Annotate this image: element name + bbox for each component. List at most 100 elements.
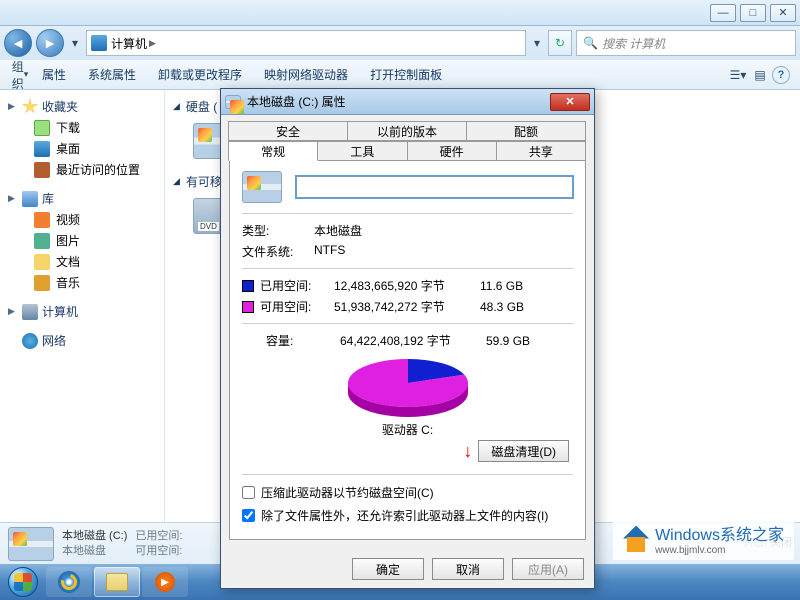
tab-strip: 安全 以前的版本 配额 常规 工具 硬件 共享: [229, 121, 586, 161]
legend-capacity: 容量: 64,422,408,192 字节 59.9 GB: [242, 330, 573, 351]
tab-general[interactable]: 常规: [228, 141, 318, 161]
forward-button[interactable]: ►: [36, 29, 64, 57]
value: NTFS: [314, 243, 345, 260]
sidebar-network-header[interactable]: 网络: [4, 330, 160, 351]
value-gb: 48.3 GB: [480, 300, 524, 314]
properties-button[interactable]: 属性: [32, 62, 76, 87]
view-menu-icon[interactable]: ☰▾: [728, 65, 748, 85]
sidebar: ▶收藏夹 下载 桌面 最近访问的位置 ▶库 视频 图片 文档 音乐 ▶计算机 网…: [0, 90, 165, 522]
preview-pane-icon[interactable]: ▤: [750, 65, 770, 85]
value-bytes: 12,483,665,920 字节: [334, 277, 474, 294]
details-subtitle: 本地磁盘: [62, 544, 127, 559]
drive-label: 驱动器 C:: [242, 419, 573, 440]
details-key: 状态:: [742, 537, 767, 549]
sidebar-item-videos[interactable]: 视频: [4, 209, 160, 230]
swatch-free: [242, 301, 254, 313]
minimize-button[interactable]: —: [710, 4, 736, 22]
sidebar-label: 计算机: [42, 303, 78, 320]
details-title: 本地磁盘 (C:): [62, 529, 127, 544]
system-tray[interactable]: [794, 564, 798, 600]
maximize-button[interactable]: □: [740, 4, 766, 22]
star-icon: [22, 99, 38, 115]
download-icon: [34, 120, 50, 136]
open-control-panel-button[interactable]: 打开控制面板: [360, 62, 452, 87]
tab-previous-versions[interactable]: 以前的版本: [347, 121, 467, 141]
details-status: 状态: 关闭: [742, 536, 792, 551]
drive-icon: [225, 95, 241, 109]
details-name: 本地磁盘 (C:) 本地磁盘: [62, 529, 127, 559]
dialog-body: 安全 以前的版本 配额 常规 工具 硬件 共享 类型:本地磁盘 文件系统:NTF…: [221, 115, 594, 550]
swatch-used: [242, 280, 254, 292]
ok-button[interactable]: 确定: [352, 558, 424, 580]
video-icon: [34, 212, 50, 228]
sidebar-computer-header[interactable]: ▶计算机: [4, 301, 160, 322]
index-checkbox[interactable]: [242, 509, 255, 522]
sidebar-label: 网络: [42, 332, 66, 349]
disk-usage-pie-icon: [333, 357, 483, 417]
breadcrumb-segment[interactable]: 计算机 ▶: [111, 35, 156, 52]
computer-icon: [91, 35, 107, 51]
tab-sharing[interactable]: 共享: [496, 141, 586, 161]
value-gb: 59.9 GB: [486, 334, 530, 348]
sidebar-label: 音乐: [56, 274, 80, 291]
tab-tools[interactable]: 工具: [317, 141, 407, 161]
volume-name-input[interactable]: [296, 176, 573, 198]
taskbar-ie[interactable]: [46, 567, 92, 597]
library-icon: [22, 191, 38, 207]
sidebar-item-music[interactable]: 音乐: [4, 272, 160, 293]
compress-checkbox[interactable]: [242, 486, 255, 499]
tab-hardware[interactable]: 硬件: [407, 141, 497, 161]
pie-chart: [242, 351, 573, 419]
system-properties-button[interactable]: 系统属性: [78, 62, 146, 87]
taskbar-wmp[interactable]: ▶: [142, 567, 188, 597]
close-button[interactable]: ✕: [770, 4, 796, 22]
sidebar-item-recent[interactable]: 最近访问的位置: [4, 159, 160, 180]
hint-arrow-icon: ↓: [463, 441, 472, 462]
address-bar[interactable]: 计算机 ▶: [86, 30, 526, 56]
sidebar-label: 桌面: [56, 140, 80, 157]
chevron-right-icon[interactable]: ▶: [149, 38, 156, 49]
apply-button[interactable]: 应用(A): [512, 558, 584, 580]
taskbar-explorer[interactable]: [94, 567, 140, 597]
map-network-drive-button[interactable]: 映射网络驱动器: [254, 62, 358, 87]
search-input[interactable]: 🔍 搜索 计算机: [576, 30, 796, 56]
organize-menu[interactable]: 组织: [10, 61, 30, 89]
sidebar-libraries-header[interactable]: ▶库: [4, 188, 160, 209]
desktop-icon: [34, 141, 50, 157]
help-icon[interactable]: ?: [772, 66, 790, 84]
dialog-title: 本地磁盘 (C:) 属性: [247, 93, 346, 110]
tab-quota[interactable]: 配额: [466, 121, 586, 141]
index-checkbox-row: 除了文件属性外，还允许索引此驱动器上文件的内容(I): [242, 504, 573, 527]
history-dropdown[interactable]: ▾: [68, 29, 82, 57]
tab-security[interactable]: 安全: [228, 121, 348, 141]
sidebar-item-desktop[interactable]: 桌面: [4, 138, 160, 159]
sidebar-label: 文档: [56, 253, 80, 270]
cancel-button[interactable]: 取消: [432, 558, 504, 580]
drive-icon: [242, 171, 282, 203]
sidebar-favorites-header[interactable]: ▶收藏夹: [4, 96, 160, 117]
dialog-close-button[interactable]: ✕: [550, 93, 590, 111]
details-used: 已用空间: 可用空间:: [135, 529, 182, 559]
dialog-footer: 确定 取消 应用(A): [221, 550, 594, 588]
address-dropdown[interactable]: ▾: [530, 29, 544, 57]
properties-dialog: 本地磁盘 (C:) 属性 ✕ 安全 以前的版本 配额 常规 工具 硬件 共享 类…: [220, 88, 595, 589]
value-bytes: 64,422,408,192 字节: [340, 332, 480, 349]
sidebar-item-downloads[interactable]: 下载: [4, 117, 160, 138]
nav-strip: ◄ ► ▾ 计算机 ▶ ▾ ↻ 🔍 搜索 计算机: [0, 26, 800, 60]
window-title-bar: — □ ✕: [0, 0, 800, 26]
refresh-button[interactable]: ↻: [548, 30, 572, 56]
uninstall-programs-button[interactable]: 卸载或更改程序: [148, 62, 252, 87]
sidebar-item-documents[interactable]: 文档: [4, 251, 160, 272]
back-button[interactable]: ◄: [4, 29, 32, 57]
disk-cleanup-button[interactable]: 磁盘清理(D): [478, 440, 569, 462]
value-bytes: 51,938,742,272 字节: [334, 298, 474, 315]
compress-checkbox-row: 压缩此驱动器以节约磁盘空间(C): [242, 481, 573, 504]
dialog-title-bar[interactable]: 本地磁盘 (C:) 属性 ✕: [221, 89, 594, 115]
toolbar: 组织 属性 系统属性 卸载或更改程序 映射网络驱动器 打开控制面板 ☰▾ ▤ ?: [0, 60, 800, 90]
sidebar-item-pictures[interactable]: 图片: [4, 230, 160, 251]
drive-icon: [8, 527, 54, 561]
music-icon: [34, 275, 50, 291]
start-button[interactable]: [2, 566, 44, 598]
value-gb: 11.6 GB: [480, 279, 523, 293]
sidebar-label: 下载: [56, 119, 80, 136]
